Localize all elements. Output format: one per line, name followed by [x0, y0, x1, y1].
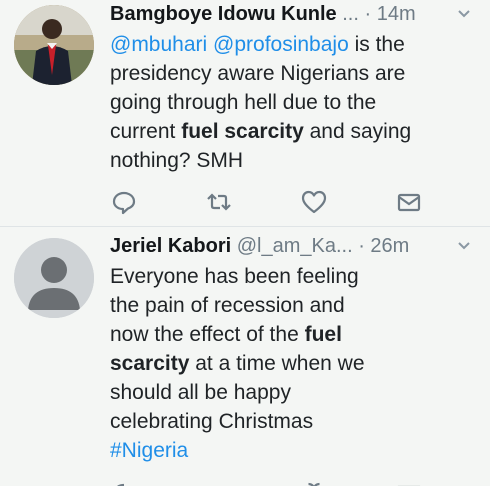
like-icon[interactable] [300, 188, 328, 216]
tweet[interactable]: Jeriel Kabori @l_am_Ka... · 26m Everyone… [0, 230, 490, 486]
tweet-header: Bamgboye Idowu Kunle ... · 14m [110, 0, 472, 28]
avatar[interactable] [14, 238, 94, 318]
tweet-header: Jeriel Kabori @l_am_Ka... · 26m [110, 232, 472, 260]
chevron-down-icon[interactable] [456, 0, 472, 38]
tweet[interactable]: Bamgboye Idowu Kunle ... · 14m @mbuhari … [0, 0, 490, 230]
handle[interactable]: ... [342, 3, 359, 25]
mention-link[interactable]: @profosinbajo [213, 33, 349, 56]
chevron-down-icon[interactable] [456, 232, 472, 270]
timestamp[interactable]: · 14m [364, 3, 415, 25]
reply-icon[interactable] [110, 188, 138, 216]
divider [0, 226, 490, 227]
message-icon[interactable] [395, 188, 423, 216]
mention-link[interactable]: @mbuhari [110, 33, 207, 56]
avatar[interactable] [14, 5, 94, 85]
tweet-text: Everyone has been feeling the pain of re… [110, 262, 380, 465]
tweet-text: @mbuhari @profosinbajo is the presidency… [110, 30, 440, 175]
timestamp[interactable]: · 26m [358, 235, 409, 257]
retweet-icon[interactable] [205, 188, 233, 216]
handle[interactable]: @l_am_Ka... [237, 235, 353, 257]
tweet-text-bold: fuel scarcity [181, 120, 304, 143]
retweet-icon[interactable] [205, 480, 233, 486]
display-name[interactable]: Bamgboye Idowu Kunle [110, 3, 337, 25]
hashtag-link[interactable]: #Nigeria [110, 439, 188, 462]
display-name[interactable]: Jeriel Kabori [110, 235, 231, 257]
like-icon[interactable] [300, 480, 328, 486]
tweet-actions [110, 188, 430, 218]
message-icon[interactable] [395, 480, 423, 486]
tweet-actions [110, 480, 430, 486]
reply-icon[interactable] [110, 480, 138, 486]
